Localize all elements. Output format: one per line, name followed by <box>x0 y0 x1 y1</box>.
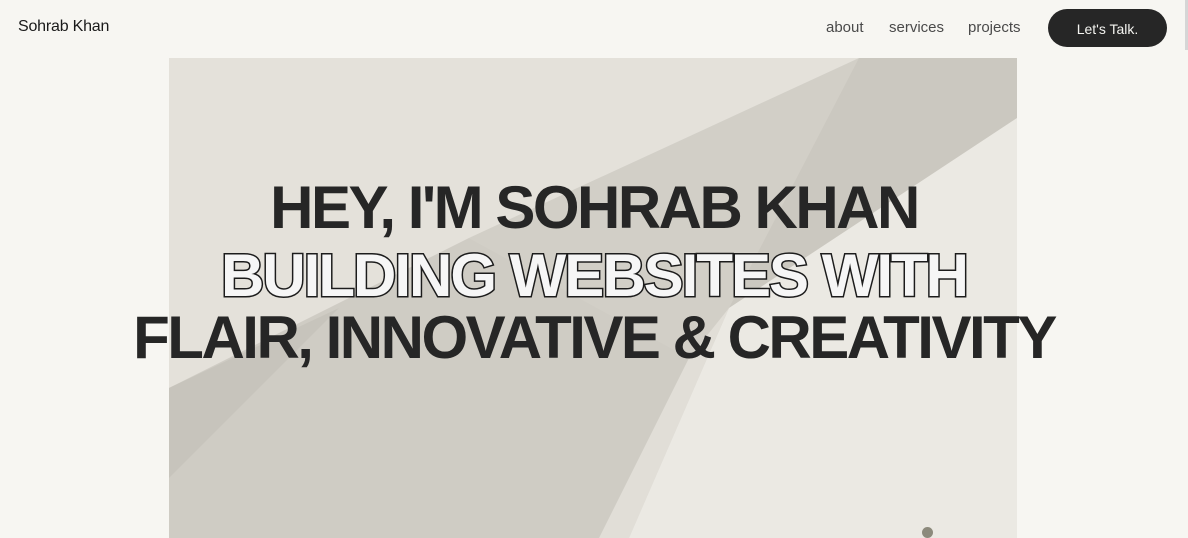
brand-logo-text[interactable]: Sohrab Khan <box>18 18 109 36</box>
nav-link-projects[interactable]: projects <box>968 19 1021 36</box>
nav-link-about[interactable]: about <box>826 19 864 36</box>
hero-headline-line-3: FLAIR, INNOVATIVE & CREATIVITY <box>133 304 1057 371</box>
page: Sohrab Khan about services projects Let'… <box>0 0 1188 538</box>
hero-headline-line-2-outlined: BUILDING WEBSITES WITH <box>220 242 971 309</box>
nav-link-services[interactable]: services <box>889 19 944 36</box>
lets-talk-button[interactable]: Let's Talk. <box>1048 9 1167 47</box>
navbar: Sohrab Khan about services projects Let'… <box>0 0 1188 58</box>
cursor-indicator-dot <box>922 527 933 538</box>
hero-headline-line-1: HEY, I'M SOHRAB KHAN <box>270 174 920 241</box>
